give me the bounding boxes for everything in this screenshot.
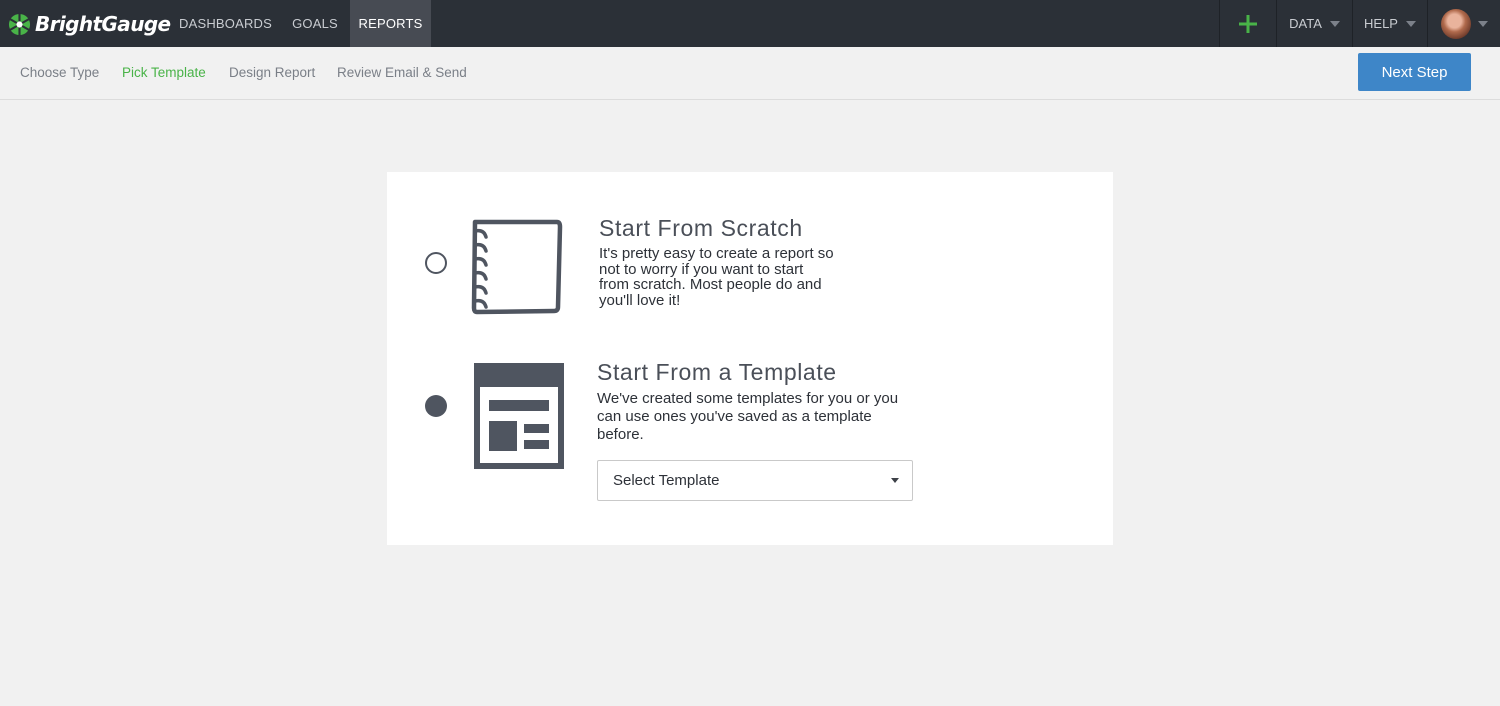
- desc-line: can use ones you've saved as a template: [597, 408, 872, 425]
- template-select-value: Select Template: [613, 472, 720, 489]
- step-review-email-send[interactable]: Review Email & Send: [337, 65, 467, 80]
- next-step-button[interactable]: Next Step: [1358, 53, 1471, 91]
- report-type-card: Start From Scratch It's pretty easy to c…: [387, 172, 1113, 545]
- nav-dashboards[interactable]: DASHBOARDS: [171, 0, 280, 47]
- template-layout-icon: [474, 363, 564, 469]
- gauge-wheel-icon: [8, 12, 31, 36]
- nav-goals[interactable]: GOALS: [281, 0, 349, 47]
- add-button[interactable]: [1219, 0, 1276, 47]
- avatar: [1440, 8, 1471, 39]
- option-title-scratch: Start From Scratch: [599, 215, 803, 241]
- template-select-dropdown[interactable]: Select Template: [597, 460, 913, 501]
- nav-reports[interactable]: REPORTS: [350, 0, 431, 47]
- brand-name: BrightGauge: [35, 12, 171, 36]
- help-menu-label: HELP: [1364, 16, 1398, 31]
- data-menu[interactable]: DATA: [1276, 0, 1352, 47]
- wizard-step-bar: Choose Type Pick Template Design Report …: [0, 47, 1500, 100]
- desc-line: not to worry if you want to start: [599, 260, 804, 278]
- chevron-down-icon: [1405, 20, 1416, 27]
- desc-line: you'll love it!: [599, 291, 681, 309]
- top-navbar: BrightGauge DASHBOARDS GOALS REPORTS DAT…: [0, 0, 1500, 47]
- step-pick-template[interactable]: Pick Template: [122, 65, 206, 80]
- chevron-down-icon: [891, 478, 899, 483]
- option-desc-scratch: It's pretty easy to create a report so n…: [599, 246, 834, 308]
- notebook-icon: [471, 219, 563, 315]
- scratch-radio[interactable]: [425, 252, 447, 274]
- plus-icon: [1239, 14, 1257, 33]
- chevron-down-icon: [1477, 20, 1488, 27]
- help-menu[interactable]: HELP: [1352, 0, 1427, 47]
- chevron-down-icon: [1329, 20, 1340, 27]
- option-desc-template: We've created some templates for you or …: [597, 390, 898, 444]
- data-menu-label: DATA: [1289, 16, 1322, 31]
- option-title-template: Start From a Template: [597, 359, 837, 385]
- step-choose-type[interactable]: Choose Type: [20, 65, 99, 80]
- brand-logo[interactable]: BrightGauge: [8, 9, 171, 39]
- template-radio[interactable]: [425, 395, 447, 417]
- desc-line: It's pretty easy to create a report so: [599, 245, 834, 262]
- desc-line: from scratch. Most people do and: [599, 276, 822, 293]
- user-menu[interactable]: [1427, 0, 1500, 47]
- desc-line: We've created some templates for you or …: [597, 390, 899, 407]
- desc-line: before.: [597, 426, 644, 443]
- step-design-report[interactable]: Design Report: [229, 65, 315, 80]
